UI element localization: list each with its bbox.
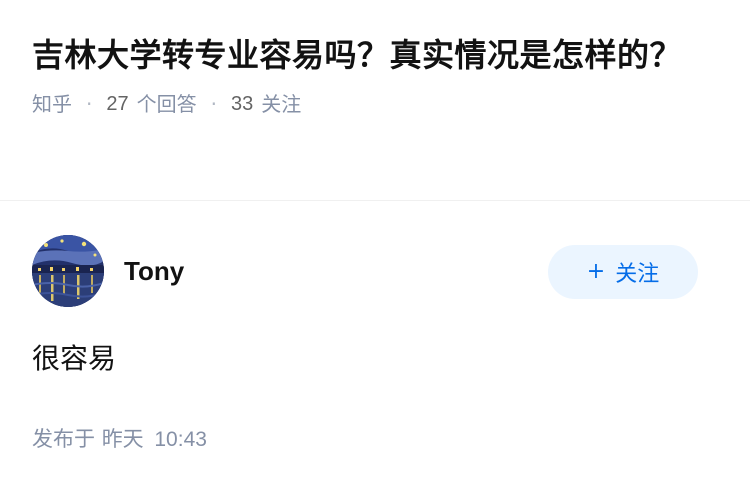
publish-time: 发布于 昨天 10:43	[32, 423, 718, 453]
author-name[interactable]: Tony	[124, 256, 184, 287]
question-header: 吉林大学转专业容易吗？真实情况是怎样的？ 知乎 · 27 个回答 · 33 关注	[0, 0, 750, 201]
question-title[interactable]: 吉林大学转专业容易吗？真实情况是怎样的？	[32, 32, 718, 78]
publish-clock: 10:43	[154, 428, 207, 451]
answer-card: Tony + 关注 很容易 发布于 昨天 10:43	[0, 235, 750, 453]
source-label[interactable]: 知乎	[32, 90, 72, 118]
page: 吉林大学转专业容易吗？真实情况是怎样的？ 知乎 · 27 个回答 · 33 关注	[0, 0, 750, 484]
starry-night-avatar-icon	[32, 235, 104, 307]
avatar[interactable]	[32, 235, 104, 307]
follow-button[interactable]: + 关注	[548, 245, 698, 299]
answers-count: 27	[106, 93, 129, 115]
publish-prefix: 发布于	[32, 427, 95, 451]
plus-icon: +	[586, 259, 606, 284]
answer-content: 很容易	[32, 342, 117, 375]
question-meta: 知乎 · 27 个回答 · 33 关注	[32, 90, 718, 118]
follow-button-label: 关注	[615, 262, 660, 287]
publish-day: 昨天	[101, 427, 144, 451]
meta-separator: ·	[210, 92, 217, 116]
follow-count-label: 关注	[261, 92, 302, 116]
follow-count: 33	[230, 93, 254, 115]
meta-separator: ·	[86, 92, 93, 116]
author-row: Tony + 关注	[32, 235, 718, 307]
answers-label[interactable]: 个回答	[137, 90, 197, 118]
